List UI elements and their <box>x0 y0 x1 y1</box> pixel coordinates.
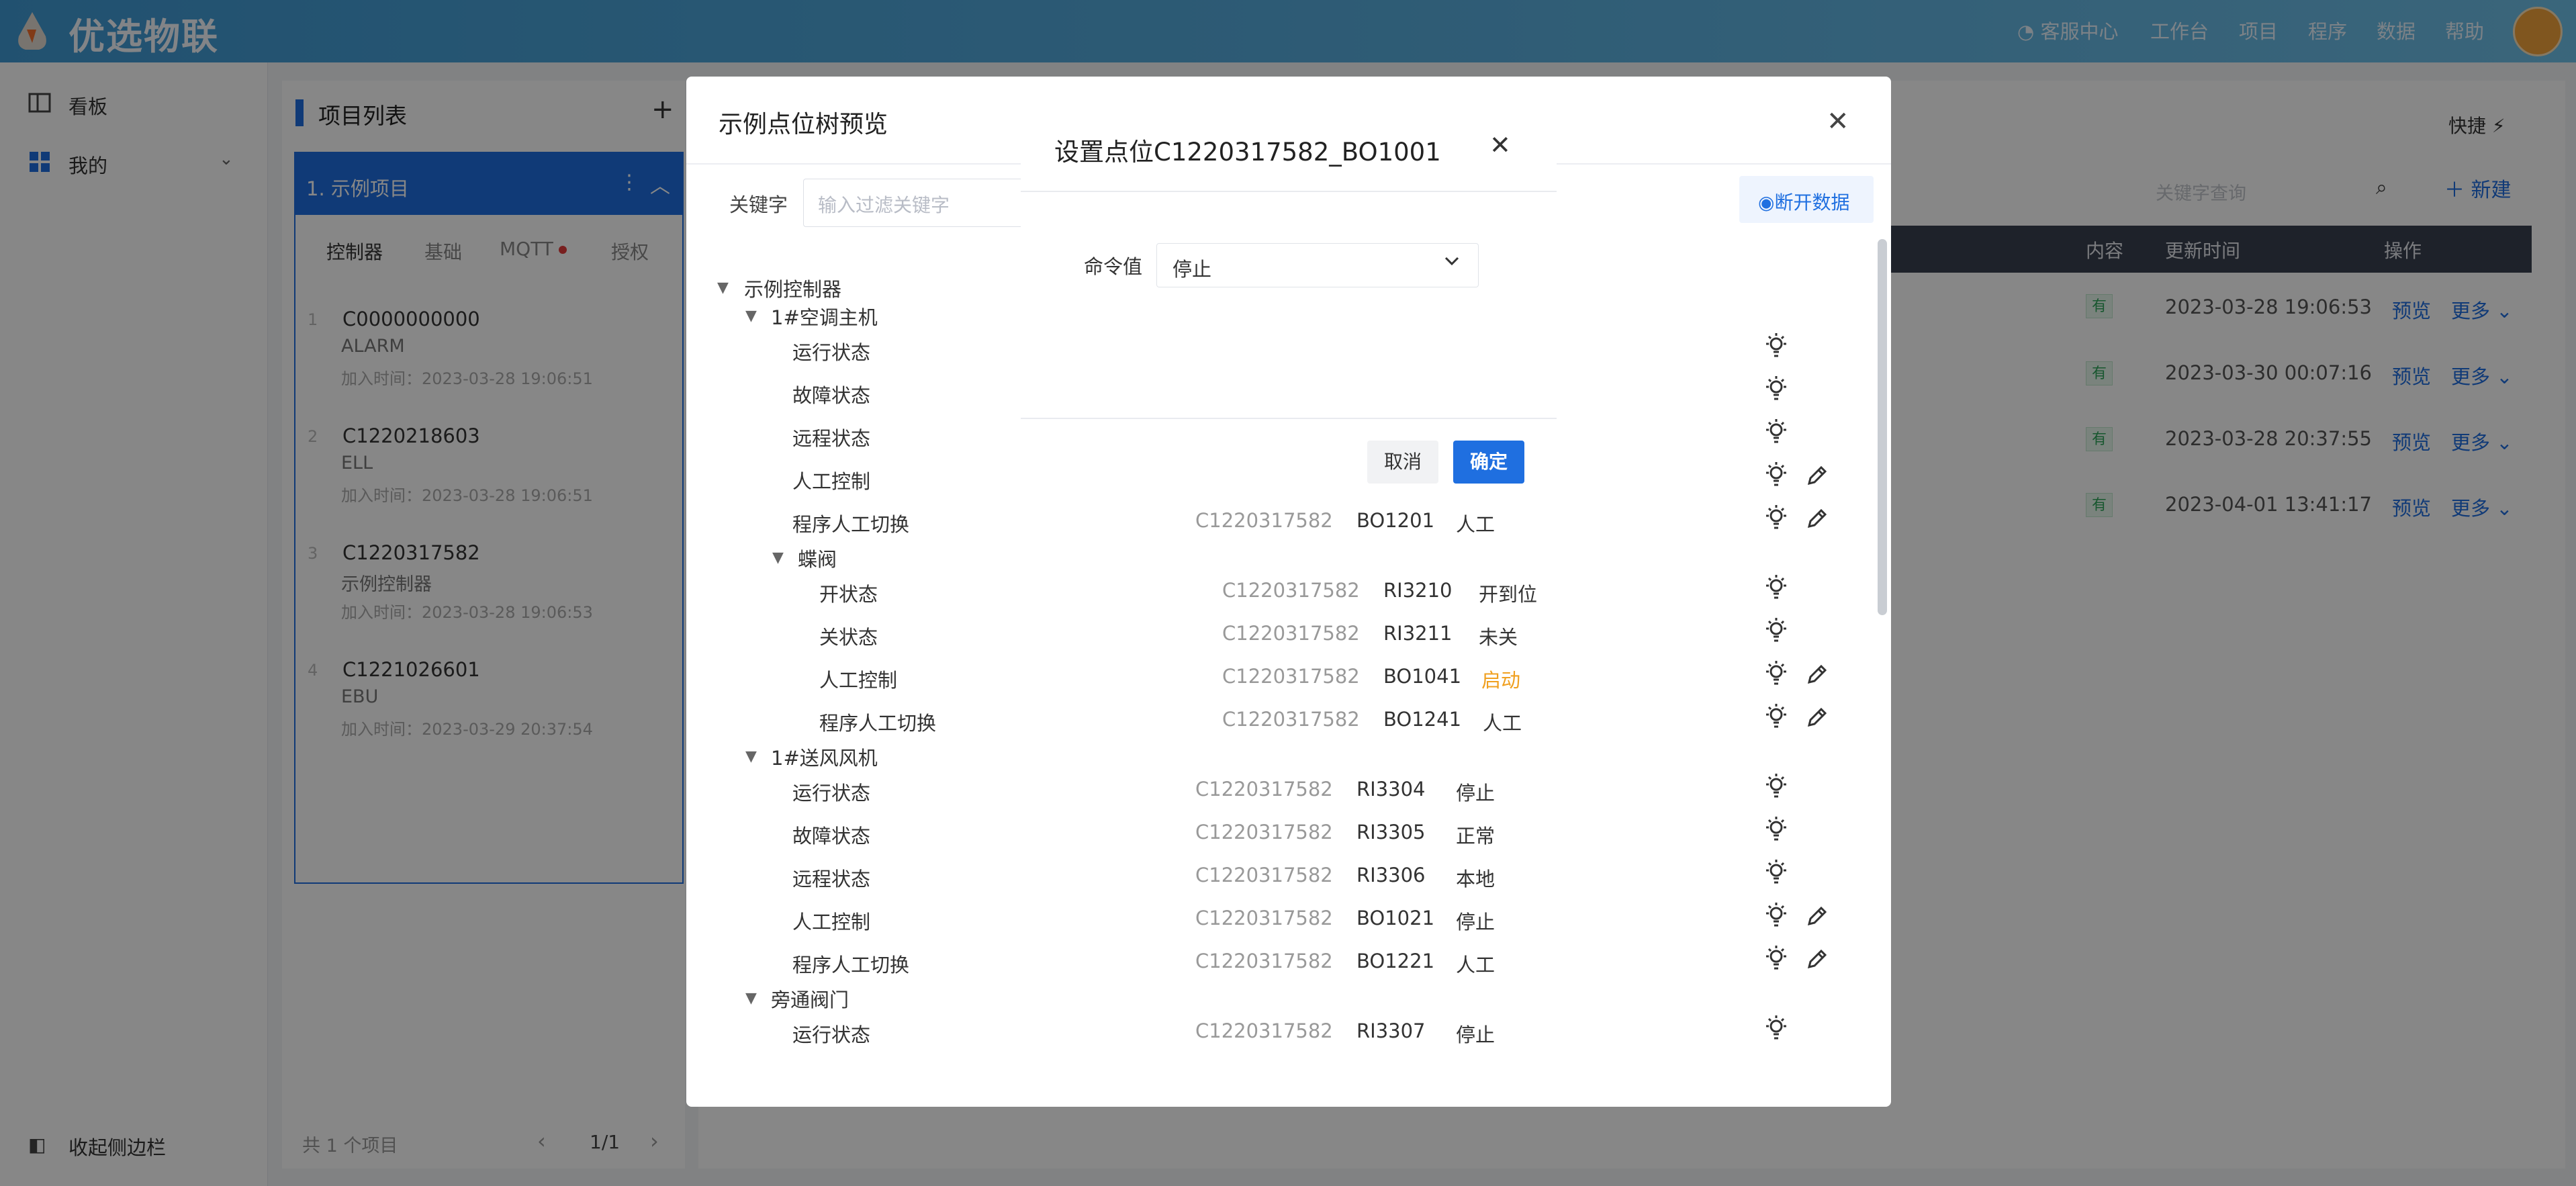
tree-leaf-name[interactable]: 程序人工切换 <box>819 708 936 736</box>
tree-node-group[interactable]: 1#送风风机 <box>771 743 878 771</box>
point-value: 人工 <box>1456 513 1496 536</box>
light-bulb-icon[interactable] <box>1763 944 1789 974</box>
point-code: BO1201 <box>1356 509 1435 532</box>
light-bulb-icon[interactable] <box>1763 461 1789 490</box>
controller-code: C1220317582 <box>1195 907 1333 929</box>
controller-code: C1220317582 <box>1195 1019 1333 1042</box>
caret-down-icon[interactable]: ▼ <box>745 308 757 324</box>
controller-code: C1220317582 <box>1222 579 1360 602</box>
light-bulb-icon[interactable] <box>1763 901 1789 931</box>
point-value: 人工 <box>1456 954 1496 976</box>
light-bulb-icon[interactable] <box>1763 702 1789 732</box>
chevron-down-icon <box>1444 257 1459 266</box>
tree-leaf-name[interactable]: 故障状态 <box>792 821 870 849</box>
edit-pencil-icon[interactable] <box>1805 662 1829 686</box>
point-code: RI3305 <box>1356 821 1426 843</box>
light-bulb-icon[interactable] <box>1763 375 1789 404</box>
light-bulb-icon[interactable] <box>1763 617 1789 646</box>
point-code: RI3210 <box>1383 579 1453 602</box>
caret-down-icon[interactable]: ▼ <box>745 748 757 765</box>
point-code: RI3211 <box>1383 622 1453 645</box>
point-value: 未关 <box>1479 626 1518 649</box>
tree-leaf-name[interactable]: 运行状态 <box>792 1019 870 1048</box>
caret-down-icon[interactable]: ▼ <box>772 549 784 566</box>
controller-code: C1220317582 <box>1222 665 1360 688</box>
tree-node-subgroup[interactable]: 蝶阀 <box>798 544 837 572</box>
close-icon[interactable]: ✕ <box>1827 106 1849 137</box>
tree-leaf-name[interactable]: 程序人工切换 <box>792 509 909 537</box>
close-icon[interactable]: ✕ <box>1489 130 1511 160</box>
point-code: BO1021 <box>1356 907 1435 929</box>
tree-scrollbar[interactable] <box>1878 239 1887 615</box>
caret-down-icon[interactable]: ▼ <box>745 990 757 1007</box>
light-bulb-icon[interactable] <box>1763 332 1789 361</box>
tree-leaf-name[interactable]: 人工控制 <box>792 466 870 494</box>
edit-pencil-icon[interactable] <box>1805 904 1829 928</box>
confirm-button[interactable]: 确定 <box>1453 441 1524 484</box>
edit-pencil-icon[interactable] <box>1805 463 1829 488</box>
light-bulb-icon[interactable] <box>1763 574 1789 603</box>
tree-node-root[interactable]: 示例控制器 <box>744 274 841 302</box>
tree-leaf-name[interactable]: 运行状态 <box>792 778 870 806</box>
controller-code: C1220317582 <box>1222 708 1360 731</box>
controller-code: C1220317582 <box>1195 821 1333 843</box>
tree-dialog-title: 示例点位树预览 <box>719 111 888 138</box>
disconnect-data-label: ◉断开数据 <box>1758 191 1850 214</box>
tree-leaf-name[interactable]: 人工控制 <box>792 907 870 935</box>
point-value: 启动 <box>1481 669 1521 692</box>
tree-leaf-name[interactable]: 远程状态 <box>792 423 870 451</box>
light-bulb-icon[interactable] <box>1763 659 1789 689</box>
controller-code: C1220317582 <box>1195 950 1333 972</box>
light-bulb-icon[interactable] <box>1763 815 1789 845</box>
light-bulb-icon[interactable] <box>1763 418 1789 447</box>
point-code: BO1041 <box>1383 665 1462 688</box>
command-value-selected: 停止 <box>1172 258 1212 281</box>
point-code: RI3306 <box>1356 864 1426 886</box>
edit-pencil-icon[interactable] <box>1805 947 1829 971</box>
keyword-label: 关键字 <box>729 193 788 216</box>
light-bulb-icon[interactable] <box>1763 858 1789 888</box>
controller-code: C1220317582 <box>1195 864 1333 886</box>
cancel-button[interactable]: 取消 <box>1367 441 1438 484</box>
point-value: 正常 <box>1456 825 1496 848</box>
point-value: 开到位 <box>1479 583 1538 606</box>
tree-leaf-name[interactable]: 故障状态 <box>792 380 870 408</box>
edit-pencil-icon[interactable] <box>1805 506 1829 531</box>
point-value: 停止 <box>1456 911 1496 933</box>
light-bulb-icon[interactable] <box>1763 1014 1789 1044</box>
command-value-label: 命令值 <box>1084 255 1143 278</box>
light-bulb-icon[interactable] <box>1763 504 1789 533</box>
caret-down-icon[interactable]: ▼ <box>717 279 729 296</box>
point-code: BO1221 <box>1356 950 1435 972</box>
point-value: 停止 <box>1456 1023 1496 1046</box>
point-code: RI3304 <box>1356 778 1426 801</box>
point-code: BO1241 <box>1383 708 1462 731</box>
tree-node-group[interactable]: 1#空调主机 <box>771 302 878 330</box>
point-code: RI3307 <box>1356 1019 1426 1042</box>
divider <box>1021 418 1557 419</box>
point-value: 停止 <box>1456 782 1496 805</box>
tree-leaf-name[interactable]: 程序人工切换 <box>792 950 909 978</box>
controller-code: C1220317582 <box>1195 509 1333 532</box>
keyword-placeholder: 输入过滤关键字 <box>818 194 950 216</box>
tree-leaf-name[interactable]: 运行状态 <box>792 337 870 365</box>
divider <box>1021 191 1557 192</box>
light-bulb-icon[interactable] <box>1763 772 1789 802</box>
tree-leaf-name[interactable]: 关状态 <box>819 622 878 650</box>
tree-leaf-name[interactable]: 人工控制 <box>819 665 897 693</box>
point-value: 本地 <box>1456 868 1496 891</box>
radio-dot-icon: ◉ <box>1758 191 1775 214</box>
edit-pencil-icon[interactable] <box>1805 705 1829 729</box>
tree-leaf-name[interactable]: 远程状态 <box>792 864 870 892</box>
set-dialog-title: 设置点位C1220317582_BO1001 <box>1054 138 1441 167</box>
tree-node-group[interactable]: 旁通阀门 <box>771 985 849 1013</box>
point-value: 人工 <box>1483 712 1522 735</box>
controller-code: C1220317582 <box>1195 778 1333 801</box>
tree-leaf-name[interactable]: 开状态 <box>819 579 878 607</box>
controller-code: C1220317582 <box>1222 622 1360 645</box>
